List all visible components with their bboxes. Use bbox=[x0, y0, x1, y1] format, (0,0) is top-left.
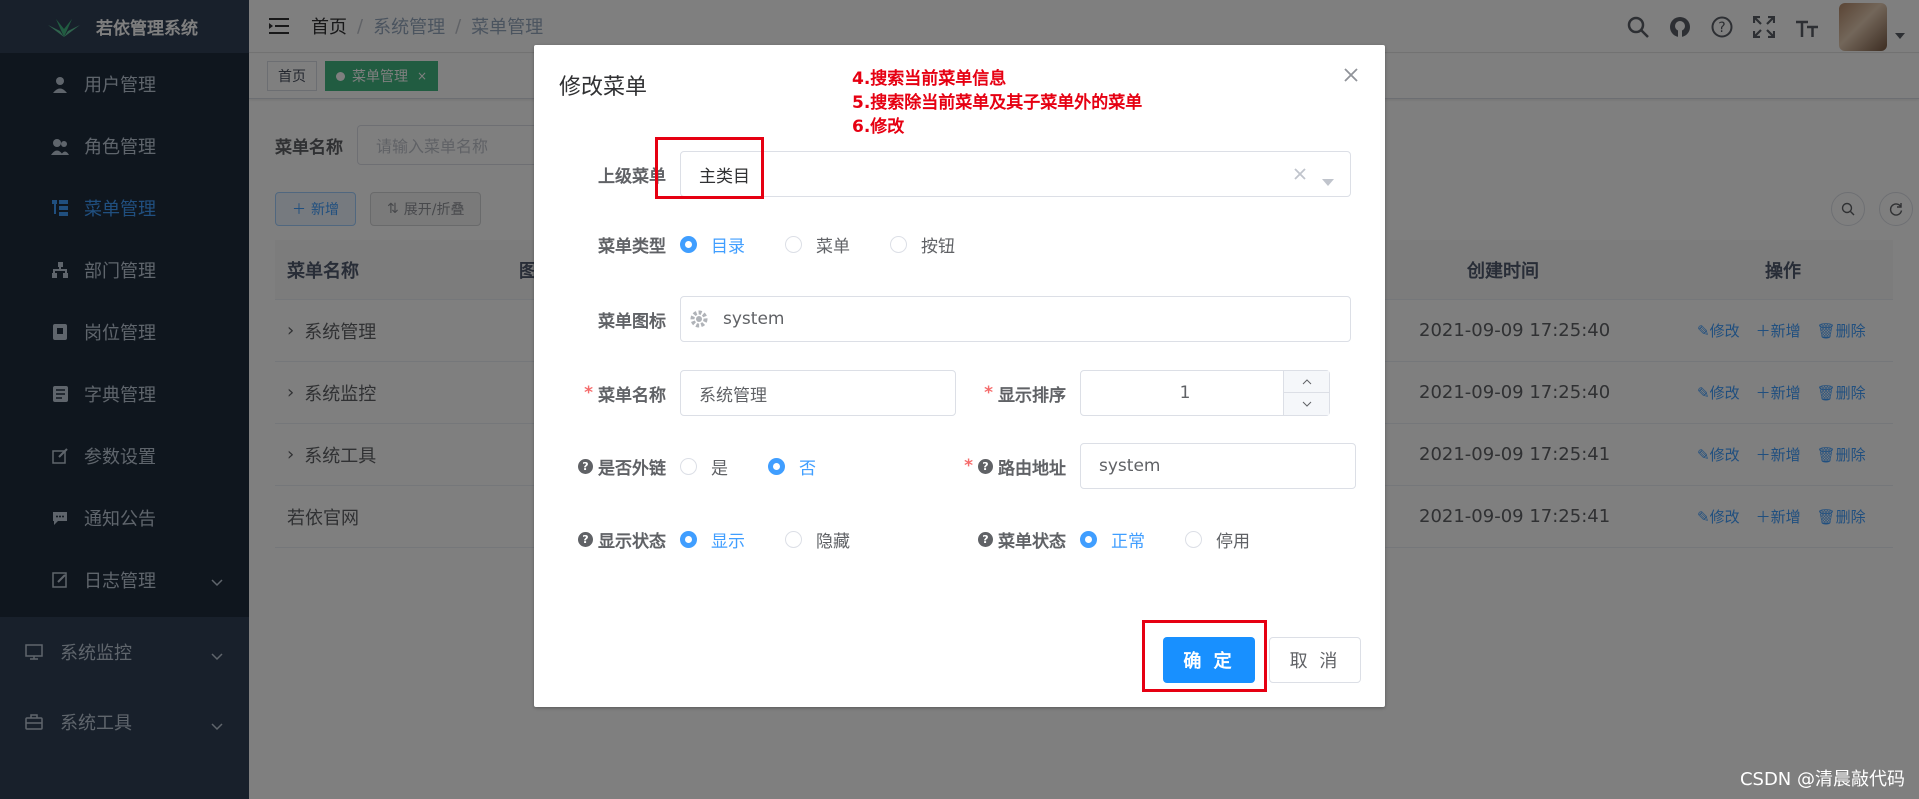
close-icon[interactable] bbox=[1343, 67, 1359, 83]
menu-icon-input[interactable]: system bbox=[680, 296, 1351, 342]
edit-menu-dialog: 修改菜单 4.搜索当前菜单信息 5.搜索除当前菜单及其子菜单外的菜单 6.修改 … bbox=[534, 45, 1385, 707]
chevron-up-icon bbox=[1302, 378, 1311, 384]
field-label: ? 菜单状态 bbox=[954, 516, 1066, 562]
annotation-line: 4.搜索当前菜单信息 bbox=[852, 69, 1007, 89]
annotation-notes: 4.搜索当前菜单信息 5.搜索除当前菜单及其子菜单外的菜单 6.修改 bbox=[852, 67, 1142, 139]
gear-icon bbox=[689, 309, 709, 329]
radio-status-normal[interactable]: 正常 bbox=[1080, 527, 1145, 552]
menu-order-stepper[interactable]: 1 bbox=[1080, 370, 1330, 416]
radio-directory[interactable]: 目录 bbox=[680, 232, 745, 257]
radio-button[interactable]: 按钮 bbox=[890, 232, 955, 257]
question-icon[interactable]: ? bbox=[978, 531, 993, 547]
question-icon[interactable]: ? bbox=[978, 458, 993, 474]
field-label: * 菜单名称 bbox=[584, 383, 666, 406]
clear-icon[interactable] bbox=[1294, 165, 1306, 185]
radio-menu[interactable]: 菜单 bbox=[785, 232, 850, 257]
radio-external-yes[interactable]: 是 bbox=[680, 454, 728, 479]
dialog-title: 修改菜单 bbox=[559, 75, 648, 100]
field-label: * 显示排序 bbox=[984, 383, 1066, 406]
radio-status-disabled[interactable]: 停用 bbox=[1185, 527, 1250, 552]
increase-button[interactable] bbox=[1284, 371, 1329, 393]
cancel-button[interactable]: 取 消 bbox=[1269, 637, 1361, 683]
order-value: 1 bbox=[1179, 383, 1191, 403]
annotation-line: 6.修改 bbox=[852, 117, 905, 137]
menu-status-field: ? 菜单状态 正常 停用 bbox=[954, 516, 1290, 562]
route-path-input[interactable]: system bbox=[1080, 443, 1356, 489]
field-label: ? 是否外链 bbox=[554, 443, 666, 489]
visible-field: ? 显示状态 显示 隐藏 bbox=[554, 516, 890, 562]
radio-external-no[interactable]: 否 bbox=[768, 454, 816, 479]
menu-icon-value: system bbox=[723, 309, 785, 329]
radio-visible-hide[interactable]: 隐藏 bbox=[785, 527, 850, 552]
field-label: *? 路由地址 bbox=[964, 456, 1066, 479]
chevron-down-icon bbox=[1302, 401, 1311, 407]
menu-name-input[interactable]: 系统管理 bbox=[680, 370, 956, 416]
field-label: 上级菜单 bbox=[598, 166, 666, 187]
annotation-line: 5.搜索除当前菜单及其子菜单外的菜单 bbox=[852, 93, 1143, 113]
menu-icon-field: 菜单图标 system bbox=[554, 296, 1351, 342]
watermark: CSDN @清晨敲代码 bbox=[1739, 769, 1905, 790]
annotation-box bbox=[655, 137, 764, 199]
radio-visible-show[interactable]: 显示 bbox=[680, 527, 745, 552]
field-label: ? 显示状态 bbox=[554, 516, 666, 562]
field-label: 菜单图标 bbox=[598, 311, 666, 332]
field-label: 菜单类型 bbox=[598, 237, 666, 257]
menu-type-field: 菜单类型 目录 菜单 按钮 bbox=[554, 232, 995, 257]
menu-order-field: * 显示排序 1 bbox=[954, 370, 1330, 416]
stepper-controls bbox=[1283, 371, 1329, 415]
external-link-field: ? 是否外链 是 否 bbox=[554, 443, 856, 489]
decrease-button[interactable] bbox=[1284, 393, 1329, 414]
route-path-field: *? 路由地址 system bbox=[954, 443, 1356, 489]
question-icon[interactable]: ? bbox=[578, 458, 593, 474]
caret-down-icon[interactable] bbox=[1322, 171, 1334, 191]
confirm-button[interactable]: 确 定 bbox=[1163, 637, 1255, 683]
menu-name-field: * 菜单名称 系统管理 bbox=[554, 370, 956, 416]
parent-menu-select[interactable]: 主类目 bbox=[680, 151, 1351, 197]
question-icon[interactable]: ? bbox=[578, 531, 593, 547]
